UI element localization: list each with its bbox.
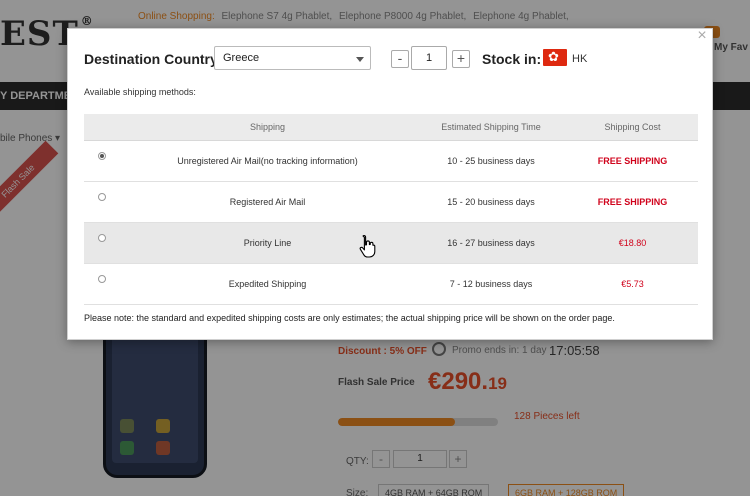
shipping-method: Registered Air Mail	[120, 181, 415, 223]
header-cost: Shipping Cost	[567, 114, 698, 141]
shipping-radio[interactable]	[98, 233, 106, 242]
radio-cell[interactable]	[84, 222, 120, 264]
header-shipping: Shipping	[120, 114, 415, 141]
qty-decrement-button[interactable]: -	[391, 50, 409, 68]
quantity-input[interactable]: 1	[411, 46, 447, 70]
shipping-cost: FREE SHIPPING	[567, 181, 698, 223]
country-select-value: Greece	[223, 52, 260, 64]
qty-increment-button[interactable]: +	[452, 50, 470, 68]
shipping-method: Expedited Shipping	[120, 263, 415, 305]
hand-pointer-cursor-icon	[359, 234, 376, 258]
radio-cell[interactable]	[84, 181, 120, 223]
radio-cell[interactable]	[84, 140, 120, 182]
table-header-row: Shipping Estimated Shipping Time Shippin…	[84, 114, 698, 141]
shipping-note: Please note: the standard and expedited …	[84, 313, 615, 323]
table-row[interactable]: Registered Air Mail 15 - 20 business day…	[84, 181, 698, 223]
shipping-cost: €18.80	[567, 222, 698, 264]
shipping-radio[interactable]	[98, 274, 106, 283]
radio-cell[interactable]	[84, 263, 120, 305]
close-icon[interactable]: ×	[694, 28, 710, 44]
chevron-down-icon	[356, 57, 364, 62]
shipping-eta: 7 - 12 business days	[415, 263, 567, 305]
shipping-eta: 10 - 25 business days	[415, 140, 567, 182]
table-row[interactable]: Priority Line 16 - 27 business days €18.…	[84, 222, 698, 264]
stock-in-label: Stock in:	[482, 51, 542, 67]
shipping-modal: × Destination Country: Greece - 1 + Stoc…	[67, 28, 713, 340]
shipping-radio[interactable]	[98, 151, 106, 160]
shipping-cost: FREE SHIPPING	[567, 140, 698, 182]
hong-kong-flag-icon	[543, 48, 567, 66]
shipping-methods-table: Shipping Estimated Shipping Time Shippin…	[84, 114, 698, 305]
header-select	[84, 114, 120, 141]
shipping-cost: €5.73	[567, 263, 698, 305]
table-row[interactable]: Unregistered Air Mail(no tracking inform…	[84, 140, 698, 182]
shipping-method: Unregistered Air Mail(no tracking inform…	[120, 140, 415, 182]
country-select[interactable]: Greece	[214, 46, 371, 70]
table-row[interactable]: Expedited Shipping 7 - 12 business days …	[84, 263, 698, 305]
header-eta: Estimated Shipping Time	[415, 114, 567, 141]
shipping-eta: 15 - 20 business days	[415, 181, 567, 223]
available-methods-label: Available shipping methods:	[84, 87, 196, 97]
destination-country-label: Destination Country:	[84, 51, 223, 67]
stock-country: HK	[572, 53, 588, 65]
shipping-radio[interactable]	[98, 192, 106, 201]
shipping-eta: 16 - 27 business days	[415, 222, 567, 264]
